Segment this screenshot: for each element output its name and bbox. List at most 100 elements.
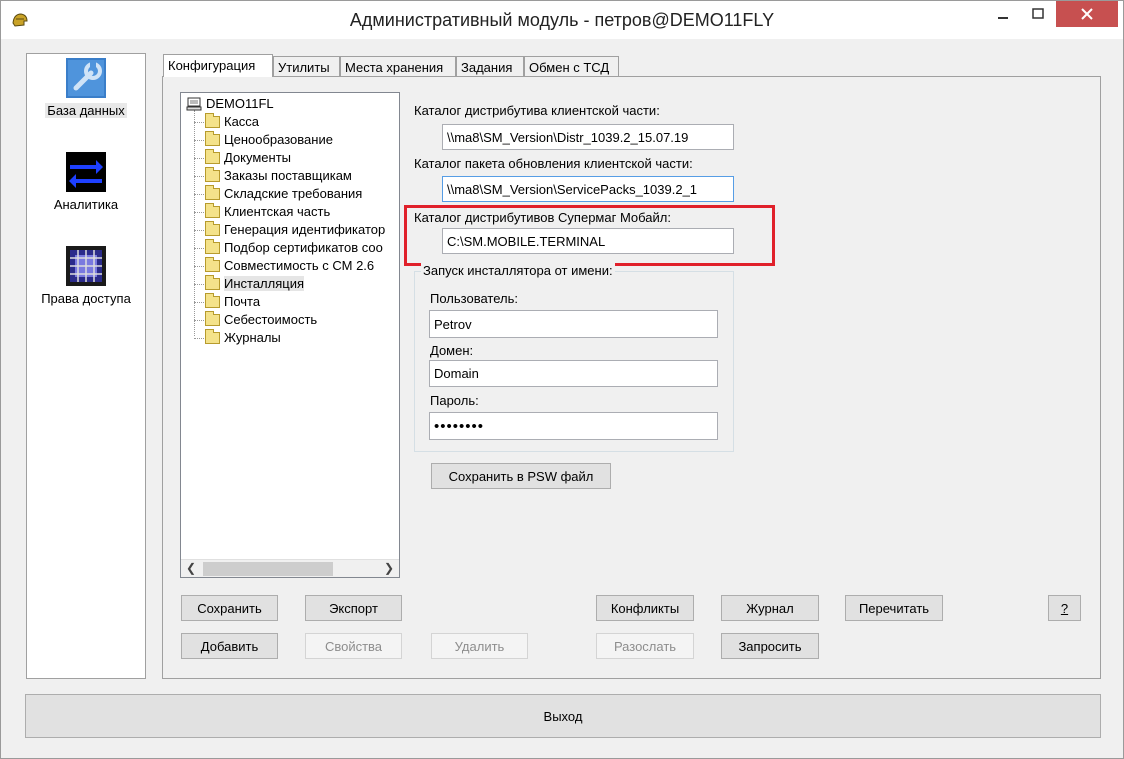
reread-button[interactable]: Перечитать [845,595,943,621]
tree-connector [194,302,204,303]
database-wrench-icon [66,58,106,98]
tree-item[interactable]: Ценообразование [205,130,333,147]
config-tree[interactable]: DEMO11FL Касса Ценообразование Документы… [180,92,400,578]
tree-connector [194,122,204,123]
folder-icon [205,238,220,254]
tree-connector [194,194,204,195]
user-label: Пользователь: [430,291,518,306]
sidebar-item-analytics[interactable]: Аналитика [27,152,145,212]
tree-item[interactable]: Подбор сертификатов соо [205,238,383,255]
minimize-button[interactable] [986,1,1020,27]
tab-tsd-exchange[interactable]: Обмен с ТСД [524,56,619,76]
scrollbar-thumb[interactable] [203,562,333,576]
exchange-arrows-icon [66,152,106,192]
folder-icon [205,130,220,146]
tree-item-label: Заказы поставщикам [224,168,352,183]
main-window: Административный модуль - петров@DEMO11F… [0,0,1124,759]
domain-field[interactable]: Domain [429,360,718,387]
tree-item[interactable]: Совместимость с СМ 2.6 [205,256,374,273]
tab-utilities[interactable]: Утилиты [273,56,340,76]
request-button[interactable]: Запросить [721,633,819,659]
tree-item-label: Журналы [224,330,281,345]
maximize-button[interactable] [1021,1,1055,27]
save-button[interactable]: Сохранить [181,595,278,621]
minimize-icon [998,17,1008,19]
window-title: Административный модуль - петров@DEMO11F… [349,10,775,30]
delete-button[interactable]: Удалить [431,633,528,659]
tab-tasks[interactable]: Задания [456,56,524,76]
folder-icon [205,292,220,308]
folder-icon [205,202,220,218]
add-button[interactable]: Добавить [181,633,278,659]
tree-item-label: Генерация идентификатор [224,222,386,237]
highlight-annotation [404,205,775,266]
tree-connector [194,158,204,159]
tree-connector [194,320,204,321]
tree-item-selected[interactable]: Инсталляция [205,274,305,291]
title-bar: Административный модуль - петров@DEMO11F… [1,1,1123,39]
sidebar-item-label: Аналитика [53,197,119,212]
tree-item[interactable]: Документы [205,148,292,165]
save-psw-button[interactable]: Сохранить в PSW файл [431,463,611,489]
tree-root[interactable]: DEMO11FL [186,96,274,111]
journal-button[interactable]: Журнал [721,595,819,621]
folder-icon [205,256,220,272]
tree-item-label: Касса [224,114,260,129]
scroll-right-icon[interactable]: ❯ [381,561,397,577]
tree-item-label: Себестоимость [224,312,318,327]
computer-icon [186,97,202,110]
password-label: Пароль: [430,393,479,408]
folder-icon [205,184,220,200]
tree-connector [194,338,204,339]
tree-item-label: Документы [224,150,292,165]
close-button[interactable] [1056,1,1118,27]
tree-item-label: Инсталляция [224,276,305,291]
folder-icon [205,328,220,344]
export-button[interactable]: Экспорт [305,595,402,621]
help-button[interactable]: ? [1048,595,1081,621]
folder-icon [205,166,220,182]
user-field[interactable]: Petrov [429,310,718,338]
client-distr-label: Каталог дистрибутива клиентской части: [414,103,660,118]
tree-connector [194,212,204,213]
tree-item[interactable]: Журналы [205,328,281,345]
conflicts-button[interactable]: Конфликты [596,595,694,621]
tree-item[interactable]: Складские требования [205,184,362,201]
tree-item[interactable]: Заказы поставщикам [205,166,352,183]
tree-connector [194,284,204,285]
folder-icon [205,112,220,128]
tree-item[interactable]: Клиентская часть [205,202,330,219]
tree-connector [194,248,204,249]
installer-group-title: Запуск инсталлятора от имени: [421,263,615,278]
send-button[interactable]: Разослать [596,633,694,659]
tree-item-label: Ценообразование [224,132,333,147]
tree-item[interactable]: Касса [205,112,260,129]
client-update-field[interactable]: \\ma8\SM_Version\ServicePacks_1039.2_1 [442,176,734,202]
tree-connector [194,140,204,141]
sidebar-item-label: Права доступа [41,291,131,306]
sidebar-item-database[interactable]: База данных [27,58,145,118]
tree-item[interactable]: Генерация идентификатор [205,220,386,237]
close-icon [1081,8,1093,20]
folder-open-icon [205,274,220,290]
tree-connector [194,230,204,231]
client-distr-field[interactable]: \\ma8\SM_Version\Distr_1039.2_15.07.19 [442,124,734,150]
tree-item[interactable]: Себестоимость [205,310,318,327]
scroll-left-icon[interactable]: ❮ [183,561,199,577]
sidebar-item-access-rights[interactable]: Права доступа [27,246,145,306]
password-field[interactable]: •••••••• [429,412,718,440]
folder-icon [205,310,220,326]
tab-configuration[interactable]: Конфигурация [163,54,273,77]
maximize-icon [1032,8,1044,19]
tree-item-label: Подбор сертификатов соо [224,240,383,255]
tab-storage[interactable]: Места хранения [340,56,456,76]
horizontal-scrollbar[interactable]: ❮ ❯ [181,559,399,577]
exit-button[interactable]: Выход [25,694,1101,738]
tree-item[interactable]: Почта [205,292,260,309]
module-sidebar: База данных Аналитика Права доступа [26,53,146,679]
domain-label: Домен: [430,343,474,358]
folder-icon [205,220,220,236]
tree-connector [194,176,204,177]
properties-button[interactable]: Свойства [305,633,402,659]
tree-root-label: DEMO11FL [206,96,274,111]
